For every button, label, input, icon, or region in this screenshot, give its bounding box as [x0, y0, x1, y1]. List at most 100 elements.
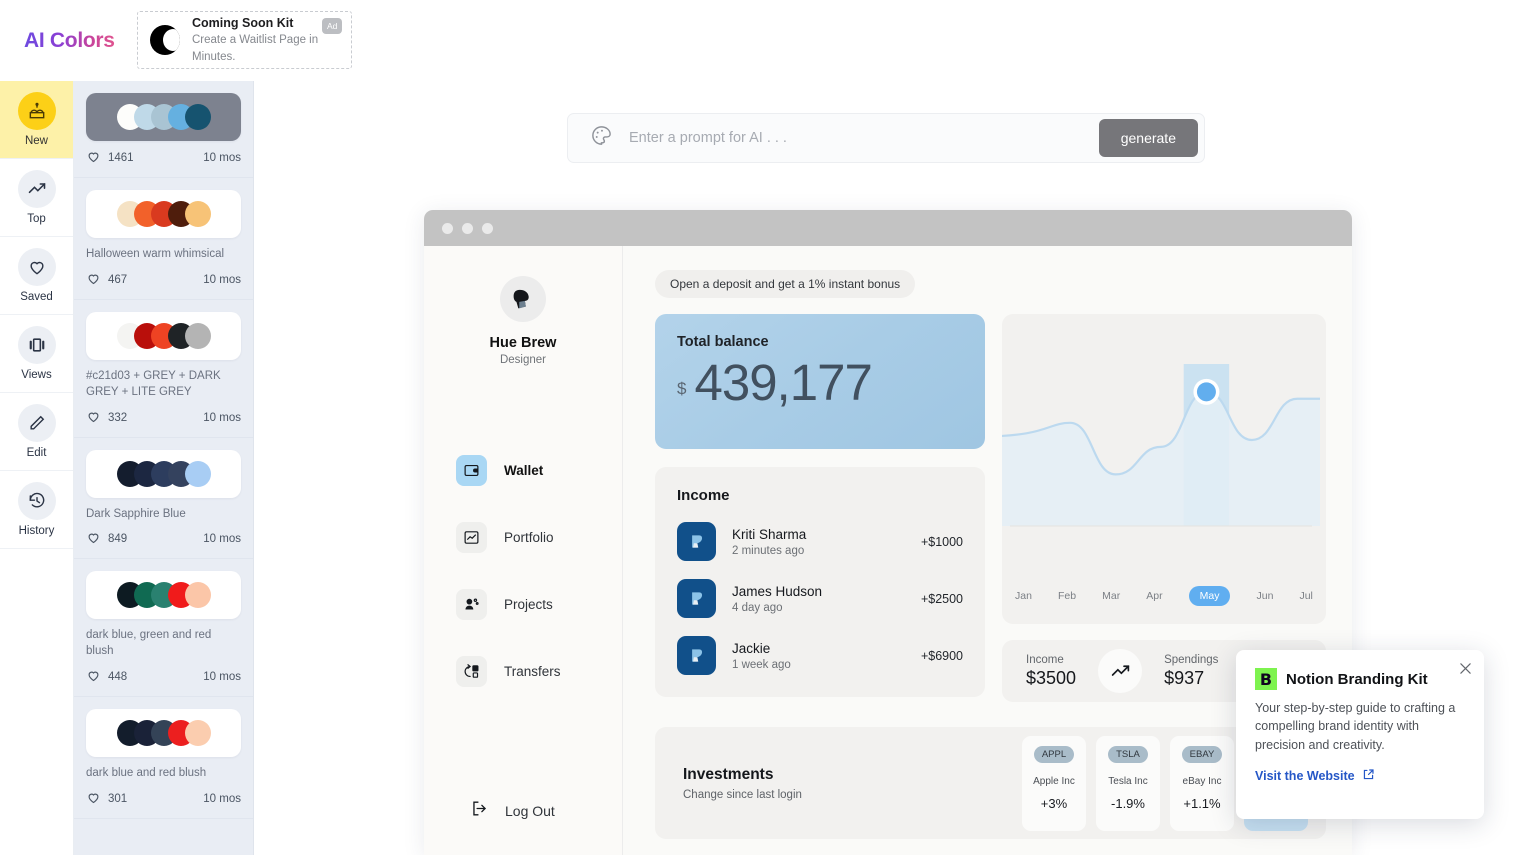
chart-month-jan[interactable]: Jan: [1015, 590, 1032, 602]
rail-item-edit[interactable]: Edit: [0, 393, 73, 471]
investment-card[interactable]: EBAY eBay Inc +1.1%: [1170, 735, 1234, 831]
palette-swatch-dot: [184, 460, 211, 487]
chart-month-jul[interactable]: Jul: [1299, 590, 1312, 602]
app-logo: AI Colors: [24, 28, 115, 52]
income-contact-name: Jackie: [732, 640, 771, 656]
chart-month-mar[interactable]: Mar: [1102, 590, 1120, 602]
palette-swatch[interactable]: [86, 449, 241, 498]
palette-likes[interactable]: 301: [86, 790, 127, 808]
income-row-text: Kriti Sharma 2 minutes ago: [732, 527, 921, 557]
palette-swatch[interactable]: [86, 190, 241, 238]
rail-label-views: Views: [21, 369, 52, 381]
window-minimize-dot[interactable]: [462, 222, 473, 234]
income-amount: +$1000: [920, 534, 963, 549]
rail-item-saved[interactable]: Saved: [0, 237, 73, 315]
palette-swatch[interactable]: [86, 93, 241, 141]
palette-swatch[interactable]: [86, 709, 241, 758]
palette-likes[interactable]: 1461: [86, 149, 134, 167]
palette-swatch-dot: [184, 720, 211, 747]
chart-month-may[interactable]: May: [1188, 586, 1231, 606]
palette-like-count: 1461: [108, 152, 134, 164]
balance-chart[interactable]: Jan Feb Mar Apr May Jun Jul: [1002, 314, 1326, 624]
coming-soon-ad-banner[interactable]: Coming Soon Kit Create a Waitlist Page i…: [137, 11, 352, 69]
transfer-icon: [456, 656, 487, 687]
visit-website-link[interactable]: Visit the Website: [1255, 768, 1465, 784]
investment-change: +1.1%: [1183, 795, 1221, 811]
wallet-nav-transfers[interactable]: Transfers: [424, 647, 622, 696]
palette-name: dark blue and red blush: [86, 767, 207, 780]
income-timestamp: 4 day ago: [732, 601, 783, 614]
chart-icon: [456, 522, 487, 553]
palette-card[interactable]: Dark Sapphire Blue 849 10 mos: [74, 438, 253, 560]
wallet-sidebar: Hue Brew Designer Wallet Portfolio Proje…: [424, 246, 623, 855]
prompt-input[interactable]: [629, 130, 1099, 146]
palette-likes[interactable]: 448: [86, 668, 127, 686]
window-maximize-dot[interactable]: [482, 222, 493, 234]
deposit-banner[interactable]: Open a deposit and get a 1% instant bonu…: [655, 270, 916, 298]
generate-button[interactable]: generate: [1098, 119, 1198, 157]
palette-age: 10 mos: [203, 152, 241, 164]
palette-card[interactable]: #c21d03 + GREY + DARK GREY + LITE GREY 3…: [74, 300, 253, 438]
preview-body: Hue Brew Designer Wallet Portfolio Proje…: [424, 246, 1352, 855]
investment-company: Apple Inc: [1033, 775, 1075, 787]
rail-label-top: Top: [27, 213, 46, 225]
wallet-nav: Wallet Portfolio Projects Transfers: [424, 446, 622, 696]
palette-list[interactable]: 1461 10 mos Halloween warm whimsical 467…: [74, 81, 254, 855]
income-timestamp: 1 week ago: [732, 658, 791, 671]
ad-subtitle: Create a Waitlist Page in Minutes.: [192, 34, 319, 64]
palette-meta: 301 10 mos: [86, 790, 241, 808]
palette-card[interactable]: dark blue, green and red blush 448 10 mo…: [74, 559, 253, 698]
investment-ticker: APPL: [1033, 745, 1075, 763]
contact-avatar-icon: [677, 579, 716, 618]
wallet-nav-portfolio[interactable]: Portfolio: [424, 513, 622, 562]
visit-website-label: Visit the Website: [1255, 769, 1355, 784]
palette-swatch[interactable]: [86, 571, 241, 620]
prompt-bar: generate: [567, 113, 1205, 163]
income-rows: Kriti Sharma 2 minutes ago +$1000 James …: [677, 522, 963, 675]
palette-card[interactable]: Halloween warm whimsical 467 10 mos: [74, 178, 253, 300]
chart-month-feb[interactable]: Feb: [1058, 590, 1076, 602]
palette-card[interactable]: dark blue and red blush 301 10 mos: [74, 697, 253, 820]
balance-card: Total balance $ 439,177: [655, 314, 985, 449]
chart-month-jun[interactable]: Jun: [1256, 590, 1273, 602]
logout-icon: [470, 799, 489, 823]
popup-title: Notion Branding Kit: [1286, 670, 1428, 688]
palette-likes[interactable]: 849: [86, 530, 127, 548]
income-row[interactable]: Jackie 1 week ago +$6900: [677, 636, 963, 675]
logout-button[interactable]: Log Out: [470, 799, 555, 823]
investments-card: Investments Change since last login APPL…: [655, 727, 1326, 839]
rail-item-top[interactable]: Top: [0, 159, 73, 237]
rail-item-views[interactable]: Views: [0, 315, 73, 393]
chart-month-apr[interactable]: Apr: [1146, 590, 1162, 602]
income-row[interactable]: Kriti Sharma 2 minutes ago +$1000: [677, 522, 963, 561]
palette-name: Dark Sapphire Blue: [86, 507, 186, 520]
wallet-nav-projects[interactable]: Projects: [424, 580, 622, 629]
investment-ticker: EBAY: [1181, 745, 1223, 763]
income-row[interactable]: James Hudson 4 day ago +$2500: [677, 579, 963, 618]
income-contact-name: Kriti Sharma: [732, 526, 807, 542]
palette-swatch[interactable]: [86, 311, 241, 360]
palette-like-count: 301: [108, 793, 128, 806]
moon-logo-icon: [150, 25, 180, 55]
investment-card[interactable]: APPL Apple Inc +3%: [1022, 735, 1086, 831]
rail-item-history[interactable]: History: [0, 471, 73, 549]
palette-swatch-dot: [184, 582, 211, 609]
palette-likes[interactable]: 332: [86, 409, 127, 427]
palette-swatch-dot: [184, 104, 211, 130]
palette-likes[interactable]: 467: [86, 271, 127, 289]
window-close-dot[interactable]: [442, 222, 453, 234]
balance-label: Total balance: [677, 334, 769, 350]
wallet-nav-wallet[interactable]: Wallet: [424, 446, 622, 495]
chart-month-axis[interactable]: Jan Feb Mar Apr May Jun Jul: [1002, 586, 1326, 606]
avatar: [500, 276, 546, 322]
wallet-left-column: Total balance $ 439,177 Income Kriti Sha…: [655, 314, 985, 702]
contact-avatar-icon: [677, 522, 716, 561]
layers-icon: [17, 326, 56, 364]
palette-card[interactable]: 1461 10 mos: [74, 81, 253, 178]
wallet-nav-label-portfolio: Portfolio: [504, 530, 554, 545]
heart-icon: [17, 248, 56, 286]
investment-card[interactable]: TSLA Tesla Inc -1.9%: [1096, 735, 1160, 831]
close-icon[interactable]: [1457, 660, 1473, 676]
rail-item-new[interactable]: New: [0, 81, 73, 159]
preview-window: Hue Brew Designer Wallet Portfolio Proje…: [424, 210, 1352, 855]
